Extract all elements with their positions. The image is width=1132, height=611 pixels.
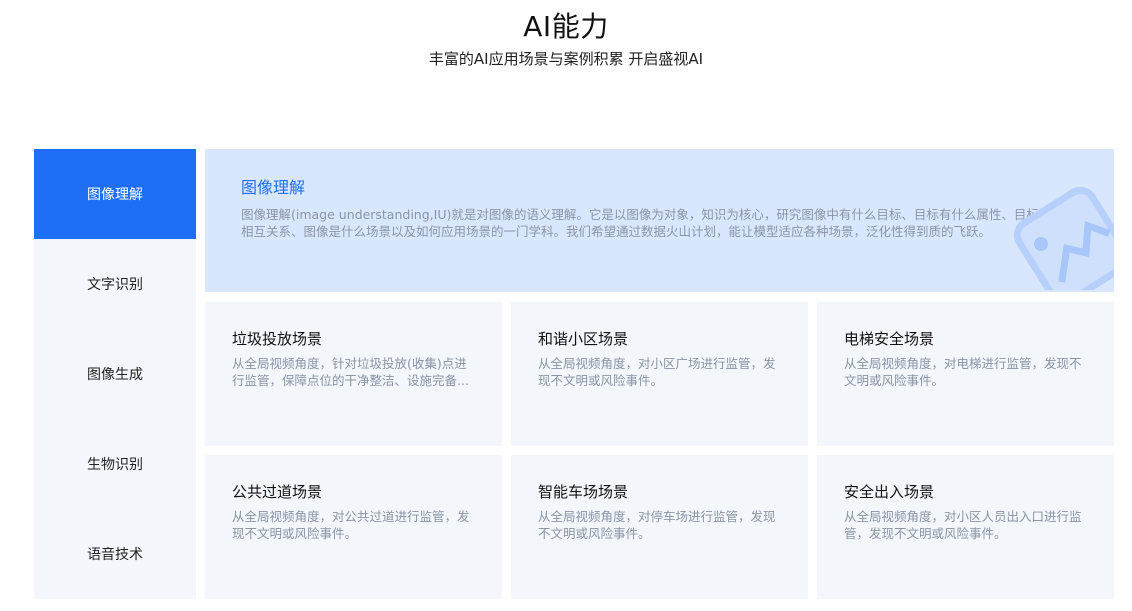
card-description: 从全局视频角度，对电梯进行监管，发现不文明或风险事件。	[844, 355, 1089, 389]
scenario-card-garbage[interactable]: 垃圾投放场景 从全局视频角度，针对垃圾投放(收集)点进行监管，保障点位的干净整洁…	[205, 302, 502, 446]
card-title: 和谐小区场景	[538, 328, 628, 349]
card-title: 电梯安全场景	[844, 328, 934, 349]
card-title: 垃圾投放场景	[232, 328, 322, 349]
page-subtitle: 丰富的AI应用场景与案例积累 开启盛视AI	[0, 48, 1132, 69]
hero-panel: 图像理解 图像理解(image understanding,IU)就是对图像的语…	[205, 149, 1114, 292]
card-description: 从全局视频角度，对小区广场进行监管，发现不文明或风险事件。	[538, 355, 783, 389]
hero-title: 图像理解	[241, 174, 305, 198]
scenario-card-parking[interactable]: 智能车场场景 从全局视频角度，对停车场进行监管，发现不文明或风险事件。	[511, 455, 808, 599]
sidebar-item-biometrics[interactable]: 生物识别	[34, 419, 196, 509]
card-title: 安全出入场景	[844, 481, 934, 502]
sidebar-item-text-recognition[interactable]: 文字识别	[34, 239, 196, 329]
scenario-card-corridor[interactable]: 公共过道场景 从全局视频角度，对公共过道进行监管，发现不文明或风险事件。	[205, 455, 502, 599]
image-icon	[1004, 170, 1114, 290]
scenario-card-elevator[interactable]: 电梯安全场景 从全局视频角度，对电梯进行监管，发现不文明或风险事件。	[817, 302, 1114, 446]
capability-sidebar: 图像理解 文字识别 图像生成 生物识别 语音技术	[34, 149, 196, 599]
card-description: 从全局视频角度，对停车场进行监管，发现不文明或风险事件。	[538, 508, 783, 542]
sidebar-item-speech[interactable]: 语音技术	[34, 509, 196, 599]
sidebar-item-image-understanding[interactable]: 图像理解	[34, 149, 196, 239]
page-title: AI能力	[0, 5, 1132, 45]
card-title: 公共过道场景	[232, 481, 322, 502]
card-description: 从全局视频角度，对小区人员出入口进行监管，发现不文明或风险事件。	[844, 508, 1089, 542]
card-description: 从全局视频角度，针对垃圾投放(收集)点进行监管，保障点位的干净整洁、设施完备..…	[232, 355, 477, 389]
card-description: 从全局视频角度，对公共过道进行监管，发现不文明或风险事件。	[232, 508, 477, 542]
hero-description: 图像理解(image understanding,IU)就是对图像的语义理解。它…	[241, 206, 1081, 240]
scenario-card-entrance[interactable]: 安全出入场景 从全局视频角度，对小区人员出入口进行监管，发现不文明或风险事件。	[817, 455, 1114, 599]
sidebar-item-image-generation[interactable]: 图像生成	[34, 329, 196, 419]
scenario-card-community[interactable]: 和谐小区场景 从全局视频角度，对小区广场进行监管，发现不文明或风险事件。	[511, 302, 808, 446]
card-title: 智能车场场景	[538, 481, 628, 502]
